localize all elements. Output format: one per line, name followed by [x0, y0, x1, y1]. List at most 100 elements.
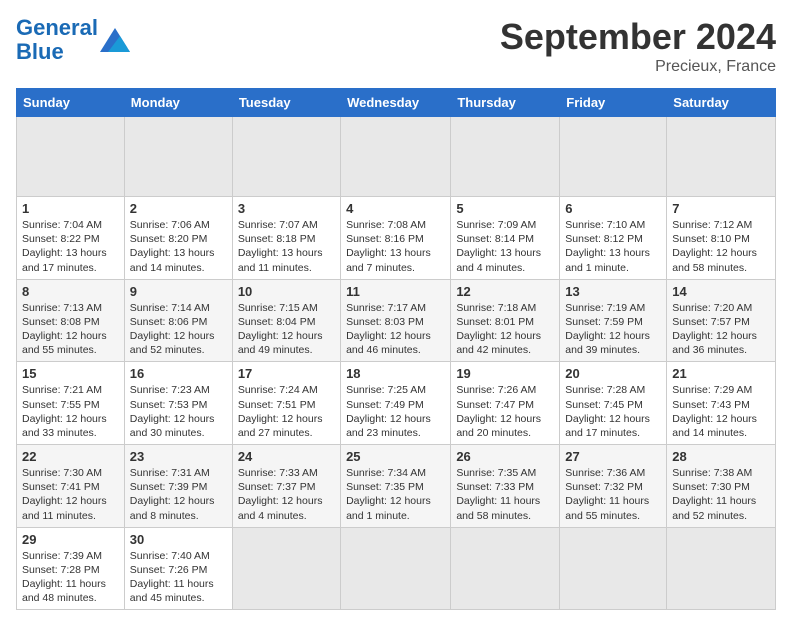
- calendar-cell: 25Sunrise: 7:34 AMSunset: 7:35 PMDayligh…: [341, 445, 451, 528]
- calendar-cell: 7Sunrise: 7:12 AMSunset: 8:10 PMDaylight…: [667, 197, 776, 280]
- calendar-week-1: [17, 117, 776, 197]
- day-number: 15: [22, 366, 119, 381]
- day-info: Sunrise: 7:17 AMSunset: 8:03 PMDaylight:…: [346, 301, 445, 358]
- day-info: Sunrise: 7:19 AMSunset: 7:59 PMDaylight:…: [565, 301, 661, 358]
- calendar-cell: 22 Sunrise: 7:30 AMSunset: 7:41 PMDayligh…: [17, 445, 125, 528]
- calendar-table: SundayMondayTuesdayWednesdayThursdayFrid…: [16, 88, 776, 610]
- day-number: 18: [346, 366, 445, 381]
- calendar-cell: 14 Sunrise: 7:20 AMSunset: 7:57 PMDayligh…: [667, 279, 776, 362]
- day-info: Sunrise: 7:09 AMSunset: 8:14 PMDaylight:…: [456, 218, 554, 275]
- day-info: Sunrise: 7:21 AMSunset: 7:55 PMDaylight:…: [22, 383, 119, 440]
- day-header-saturday: Saturday: [667, 89, 776, 117]
- calendar-cell: 6 Sunrise: 7:10 AMSunset: 8:12 PMDaylight…: [560, 197, 667, 280]
- day-number: 4: [346, 201, 445, 216]
- location-subtitle: Precieux, France: [500, 58, 776, 76]
- day-number: 6: [565, 201, 661, 216]
- calendar-cell: 3 Sunrise: 7:07 AMSunset: 8:18 PMDaylight…: [232, 197, 340, 280]
- calendar-week-3: 8Sunrise: 7:13 AMSunset: 8:08 PMDaylight…: [17, 279, 776, 362]
- calendar-week-5: 22 Sunrise: 7:30 AMSunset: 7:41 PMDayligh…: [17, 445, 776, 528]
- day-info: Sunrise: 7:20 AMSunset: 7:57 PMDaylight:…: [672, 301, 770, 358]
- logo: GeneralBlue: [16, 16, 130, 64]
- day-number: 12: [456, 284, 554, 299]
- calendar-cell: 19 Sunrise: 7:26 AMSunset: 7:47 PMDayligh…: [451, 362, 560, 445]
- calendar-cell: [124, 117, 232, 197]
- day-number: 11: [346, 284, 445, 299]
- calendar-cell: [341, 117, 451, 197]
- day-info: Sunrise: 7:38 AMSunset: 7:30 PMDaylight:…: [672, 466, 770, 523]
- day-info: Sunrise: 7:28 AMSunset: 7:45 PMDaylight:…: [565, 383, 661, 440]
- day-number: 30: [130, 532, 227, 547]
- day-number: 25: [346, 449, 445, 464]
- day-info: Sunrise: 7:30 AMSunset: 7:41 PMDaylight:…: [22, 466, 119, 523]
- day-number: 1: [22, 201, 119, 216]
- calendar-cell: 27Sunrise: 7:36 AMSunset: 7:32 PMDayligh…: [560, 445, 667, 528]
- calendar-cell: 15 Sunrise: 7:21 AMSunset: 7:55 PMDayligh…: [17, 362, 125, 445]
- day-number: 20: [565, 366, 661, 381]
- day-header-wednesday: Wednesday: [341, 89, 451, 117]
- month-title: September 2024: [500, 16, 776, 58]
- day-number: 10: [238, 284, 335, 299]
- calendar-cell: 12Sunrise: 7:18 AMSunset: 8:01 PMDayligh…: [451, 279, 560, 362]
- calendar-cell: [667, 527, 776, 610]
- page-header: GeneralBlue September 2024 Precieux, Fra…: [16, 16, 776, 76]
- day-info: Sunrise: 7:04 AMSunset: 8:22 PMDaylight:…: [22, 218, 119, 275]
- day-info: Sunrise: 7:23 AMSunset: 7:53 PMDaylight:…: [130, 383, 227, 440]
- calendar-week-4: 15 Sunrise: 7:21 AMSunset: 7:55 PMDayligh…: [17, 362, 776, 445]
- calendar-cell: 17 Sunrise: 7:24 AMSunset: 7:51 PMDayligh…: [232, 362, 340, 445]
- calendar-cell: 18 Sunrise: 7:25 AMSunset: 7:49 PMDayligh…: [341, 362, 451, 445]
- day-info: Sunrise: 7:29 AMSunset: 7:43 PMDaylight:…: [672, 383, 770, 440]
- calendar-cell: 2Sunrise: 7:06 AMSunset: 8:20 PMDaylight…: [124, 197, 232, 280]
- calendar-cell: [17, 117, 125, 197]
- calendar-cell: 13Sunrise: 7:19 AMSunset: 7:59 PMDayligh…: [560, 279, 667, 362]
- calendar-cell: 11 Sunrise: 7:17 AMSunset: 8:03 PMDayligh…: [341, 279, 451, 362]
- calendar-cell: 16Sunrise: 7:23 AMSunset: 7:53 PMDayligh…: [124, 362, 232, 445]
- day-info: Sunrise: 7:07 AMSunset: 8:18 PMDaylight:…: [238, 218, 335, 275]
- calendar-cell: [451, 117, 560, 197]
- day-number: 24: [238, 449, 335, 464]
- calendar-cell: [232, 527, 340, 610]
- day-number: 2: [130, 201, 227, 216]
- calendar-cell: [232, 117, 340, 197]
- day-number: 14: [672, 284, 770, 299]
- calendar-cell: 24 Sunrise: 7:33 AMSunset: 7:37 PMDayligh…: [232, 445, 340, 528]
- day-info: Sunrise: 7:31 AMSunset: 7:39 PMDaylight:…: [130, 466, 227, 523]
- calendar-week-6: 29 Sunrise: 7:39 AMSunset: 7:28 PMDayligh…: [17, 527, 776, 610]
- logo-text: GeneralBlue: [16, 16, 98, 64]
- day-info: Sunrise: 7:15 AMSunset: 8:04 PMDaylight:…: [238, 301, 335, 358]
- day-number: 23: [130, 449, 227, 464]
- calendar-cell: 26Sunrise: 7:35 AMSunset: 7:33 PMDayligh…: [451, 445, 560, 528]
- day-info: Sunrise: 7:40 AMSunset: 7:26 PMDaylight:…: [130, 549, 227, 606]
- calendar-cell: 1 Sunrise: 7:04 AMSunset: 8:22 PMDaylight…: [17, 197, 125, 280]
- day-number: 22: [22, 449, 119, 464]
- day-number: 3: [238, 201, 335, 216]
- header-row: SundayMondayTuesdayWednesdayThursdayFrid…: [17, 89, 776, 117]
- day-number: 19: [456, 366, 554, 381]
- day-info: Sunrise: 7:39 AMSunset: 7:28 PMDaylight:…: [22, 549, 119, 606]
- day-number: 9: [130, 284, 227, 299]
- day-info: Sunrise: 7:35 AMSunset: 7:33 PMDaylight:…: [456, 466, 554, 523]
- calendar-cell: 30 Sunrise: 7:40 AMSunset: 7:26 PMDayligh…: [124, 527, 232, 610]
- day-number: 17: [238, 366, 335, 381]
- day-number: 27: [565, 449, 661, 464]
- calendar-cell: 4 Sunrise: 7:08 AMSunset: 8:16 PMDaylight…: [341, 197, 451, 280]
- calendar-cell: [560, 117, 667, 197]
- calendar-cell: 28Sunrise: 7:38 AMSunset: 7:30 PMDayligh…: [667, 445, 776, 528]
- day-header-sunday: Sunday: [17, 89, 125, 117]
- day-header-thursday: Thursday: [451, 89, 560, 117]
- calendar-cell: 9Sunrise: 7:14 AMSunset: 8:06 PMDaylight…: [124, 279, 232, 362]
- calendar-cell: 23 Sunrise: 7:31 AMSunset: 7:39 PMDayligh…: [124, 445, 232, 528]
- calendar-cell: 8Sunrise: 7:13 AMSunset: 8:08 PMDaylight…: [17, 279, 125, 362]
- day-info: Sunrise: 7:12 AMSunset: 8:10 PMDaylight:…: [672, 218, 770, 275]
- day-info: Sunrise: 7:10 AMSunset: 8:12 PMDaylight:…: [565, 218, 661, 275]
- day-info: Sunrise: 7:24 AMSunset: 7:51 PMDaylight:…: [238, 383, 335, 440]
- day-number: 29: [22, 532, 119, 547]
- day-info: Sunrise: 7:26 AMSunset: 7:47 PMDaylight:…: [456, 383, 554, 440]
- day-info: Sunrise: 7:08 AMSunset: 8:16 PMDaylight:…: [346, 218, 445, 275]
- calendar-cell: 5Sunrise: 7:09 AMSunset: 8:14 PMDaylight…: [451, 197, 560, 280]
- calendar-cell: [451, 527, 560, 610]
- day-info: Sunrise: 7:25 AMSunset: 7:49 PMDaylight:…: [346, 383, 445, 440]
- calendar-cell: 29 Sunrise: 7:39 AMSunset: 7:28 PMDayligh…: [17, 527, 125, 610]
- calendar-cell: 20 Sunrise: 7:28 AMSunset: 7:45 PMDayligh…: [560, 362, 667, 445]
- day-header-monday: Monday: [124, 89, 232, 117]
- day-info: Sunrise: 7:33 AMSunset: 7:37 PMDaylight:…: [238, 466, 335, 523]
